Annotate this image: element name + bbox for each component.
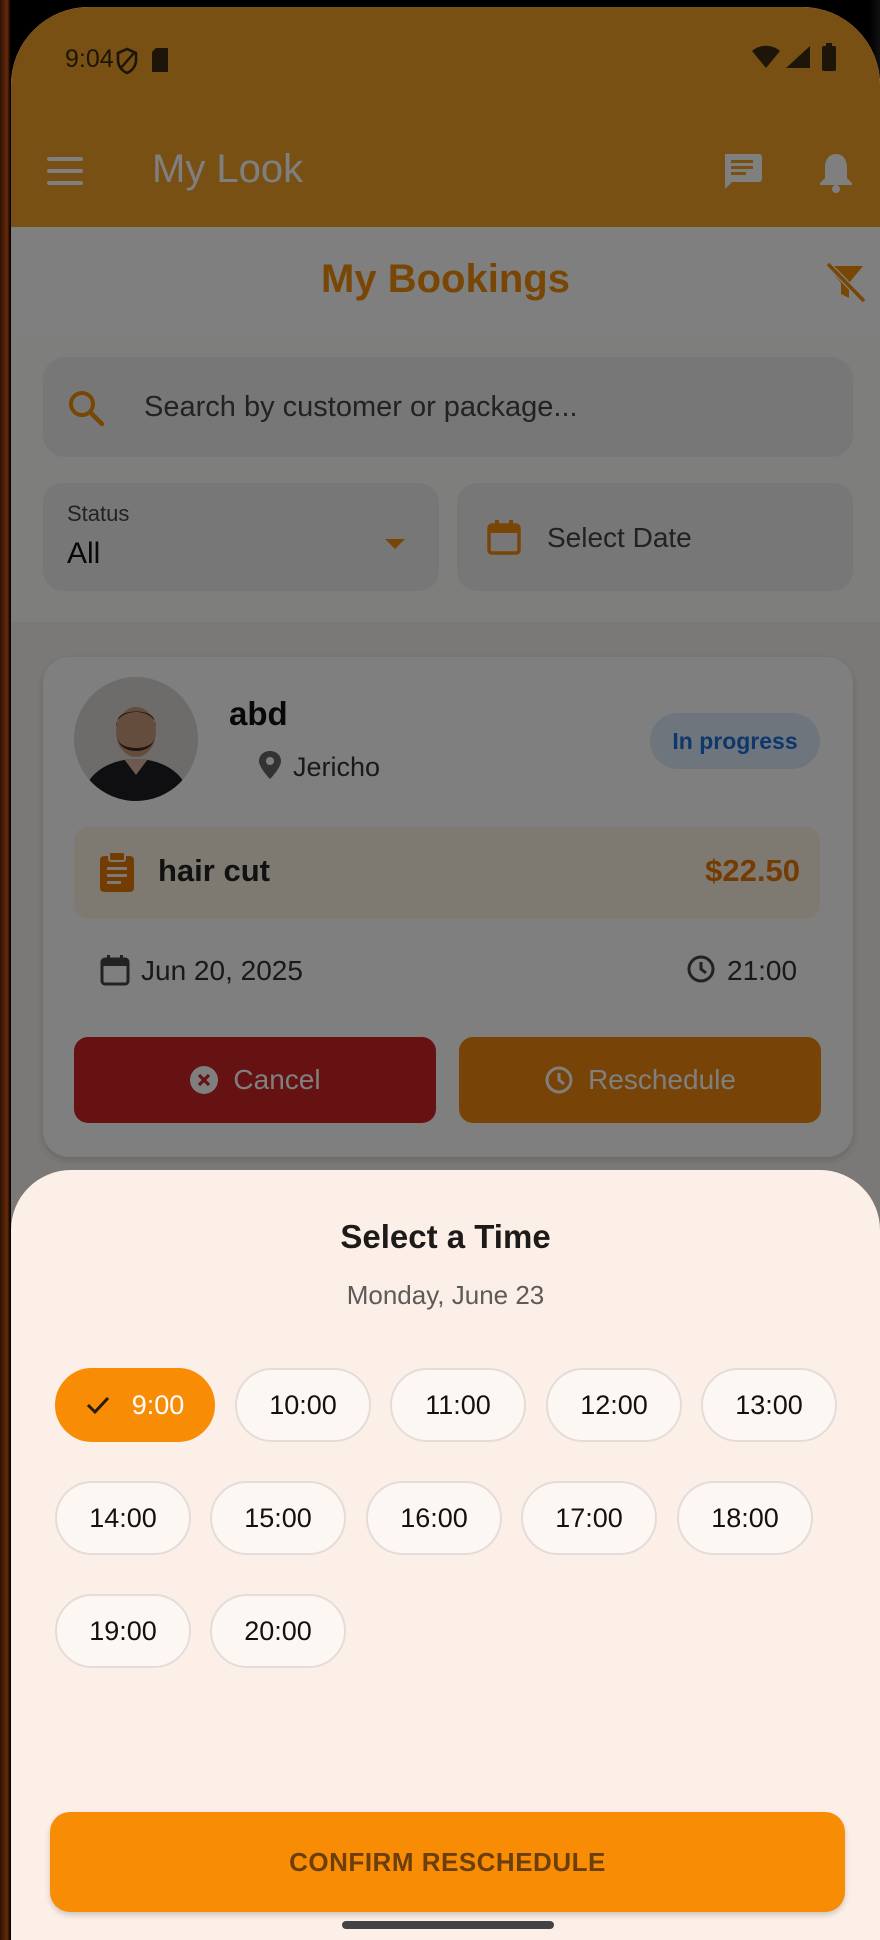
time-slot[interactable]: 20:00 [210, 1594, 346, 1668]
phone-screen: 9:04 My Look My Bookings [11, 7, 880, 1940]
time-slot-label: 9:00 [131, 1389, 185, 1420]
home-indicator[interactable] [342, 1921, 554, 1929]
time-slot-label: 11:00 [425, 1389, 491, 1420]
time-slot-label: 10:00 [269, 1389, 337, 1420]
time-slot-label: 14:00 [89, 1502, 157, 1533]
time-slot[interactable]: 17:00 [521, 1481, 657, 1555]
time-slot[interactable]: 11:00 [390, 1368, 526, 1442]
time-slot[interactable]: 19:00 [55, 1594, 191, 1668]
time-slot-label: 15:00 [244, 1502, 312, 1533]
time-slot-label: 17:00 [555, 1502, 623, 1533]
time-slot[interactable]: 13:00 [701, 1368, 837, 1442]
sheet-date: Monday, June 23 [346, 1280, 545, 1310]
sheet-title: Select a Time [340, 1218, 551, 1255]
time-slot-label: 19:00 [89, 1615, 157, 1646]
time-slot-label: 16:00 [400, 1502, 468, 1533]
confirm-label: CONFIRM RESCHEDULE [289, 1846, 606, 1877]
time-slot-label: 13:00 [735, 1389, 803, 1420]
time-slot[interactable]: 15:00 [210, 1481, 346, 1555]
time-slot[interactable]: 16:00 [366, 1481, 502, 1555]
time-slot-label: 12:00 [580, 1389, 648, 1420]
time-picker-sheet: Select a Time Monday, June 23 9:00 10:00… [11, 1170, 880, 1940]
time-slot-selected[interactable]: 9:00 [55, 1368, 215, 1442]
time-slot-label: 20:00 [244, 1615, 312, 1646]
time-slot-label: 18:00 [711, 1502, 779, 1533]
time-slot[interactable]: 12:00 [546, 1368, 682, 1442]
confirm-reschedule-button[interactable]: CONFIRM RESCHEDULE [50, 1812, 845, 1912]
time-slot[interactable]: 10:00 [235, 1368, 371, 1442]
time-slot[interactable]: 18:00 [677, 1481, 813, 1555]
check-icon [86, 1396, 109, 1415]
time-slot[interactable]: 14:00 [55, 1481, 191, 1555]
